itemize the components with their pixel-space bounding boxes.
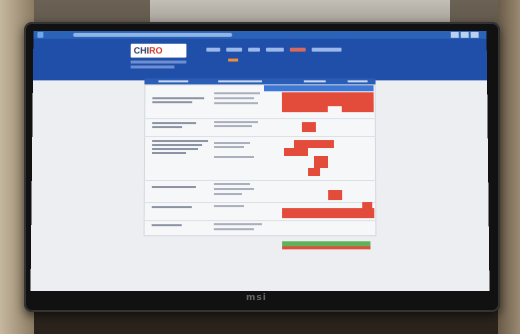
tagline-line [130,60,187,64]
highlight-cell [301,122,316,133]
right-wall [498,0,520,334]
row-label [151,186,196,189]
app-logo-part1: CHI [133,45,150,56]
column-header [303,80,326,83]
column-header [158,80,189,83]
row-label [152,97,205,100]
row-description [214,92,260,95]
row-label [152,126,183,129]
row-description [214,156,255,159]
highlight-cell [282,208,375,219]
row-label [152,144,203,147]
row-description [213,228,254,231]
highlight-row [263,85,374,92]
highlight-cell [293,140,334,149]
app-logo-part2: RO [149,45,163,56]
window-icon [37,31,44,38]
row-label [151,224,182,227]
row-description [214,142,251,145]
nav-link[interactable] [226,47,243,52]
row-label [152,140,209,143]
row-divider [143,180,377,182]
row-description [213,193,242,196]
nav-link[interactable] [311,47,342,52]
row-divider [143,220,377,222]
row-description [213,188,254,191]
row-label [152,101,193,104]
highlight-cell [281,92,374,107]
row-description [213,205,244,208]
row-label [152,148,199,151]
row-label [151,206,192,209]
row-description [214,121,259,124]
row-description [213,183,250,186]
screen: CHIRO [30,30,490,291]
tagline-line [130,65,175,69]
maximize-icon[interactable] [460,31,469,38]
app-logo[interactable]: CHIRO [130,43,187,58]
highlight-cell [308,167,321,177]
row-description [214,146,245,149]
app-header: CHIRO [32,38,488,81]
row-divider [143,202,377,204]
nav-link[interactable] [248,47,260,52]
nav-link[interactable] [206,47,221,52]
browser-titlebar [33,30,487,39]
row-divider [144,136,376,138]
nav-link[interactable] [289,47,306,52]
highlight-cell [341,106,374,113]
status-marker [228,58,239,62]
address-bar[interactable] [73,32,233,37]
row-description [213,223,263,226]
row-label [152,122,197,125]
alert-bar [282,246,371,250]
row-description [214,97,255,100]
column-header [347,80,368,83]
row-description [214,125,253,128]
nav-link[interactable] [265,47,284,52]
highlight-cell [313,156,329,168]
row-label [152,152,187,155]
highlight-cell [328,190,343,201]
row-divider [144,118,376,120]
close-icon[interactable] [470,31,479,38]
highlight-cell [283,148,308,157]
row-description [214,102,259,105]
column-header [218,80,262,83]
monitor-brand-logo: msi [246,293,267,303]
highlight-cell [281,106,328,113]
minimize-icon[interactable] [450,31,459,38]
